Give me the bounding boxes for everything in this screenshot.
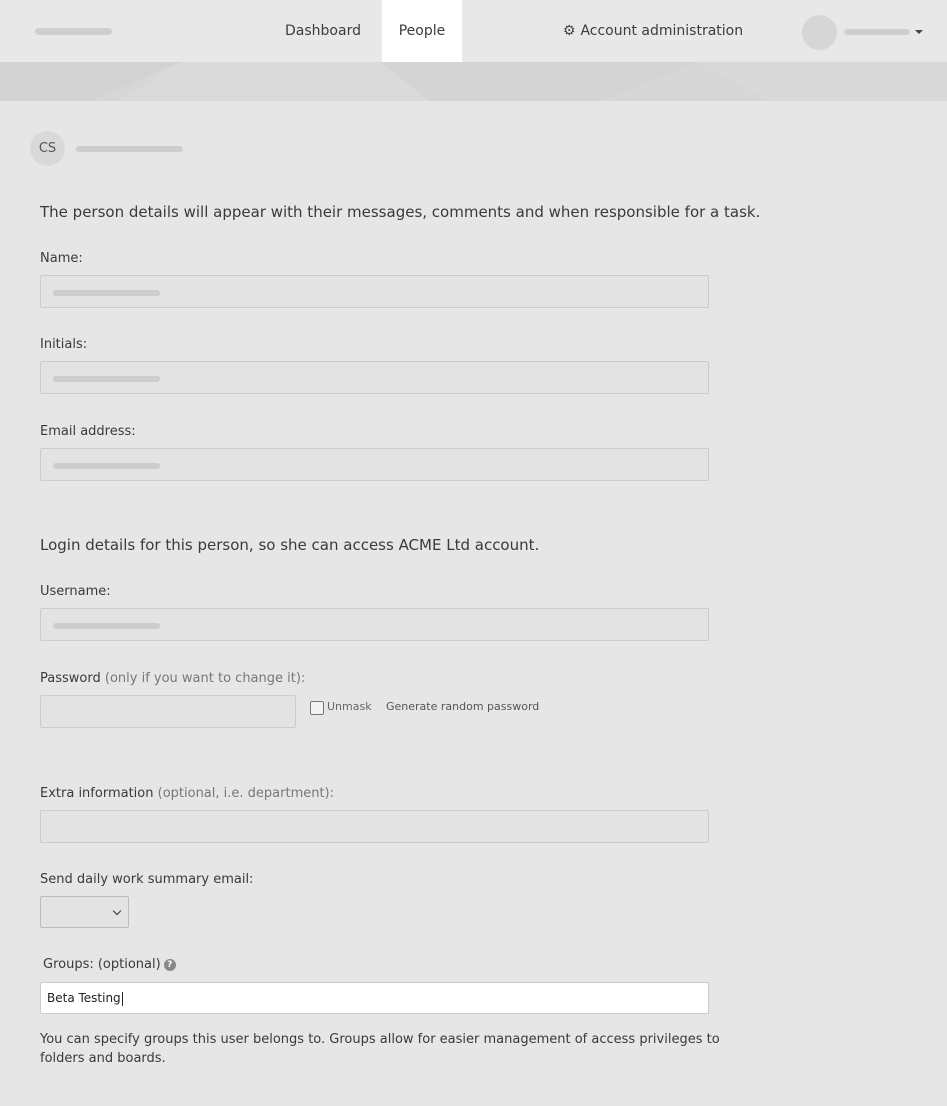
login-intro-text: Login details for this person, so she ca…	[40, 536, 540, 554]
user-avatar[interactable]	[802, 15, 837, 50]
chevron-down-icon[interactable]	[915, 30, 923, 34]
password-hint: (only if you want to change it):	[104, 671, 306, 686]
initials-badge: CS	[30, 131, 65, 166]
top-nav: Dashboard People ⚙ Account administration	[0, 0, 947, 62]
daily-summary-select[interactable]	[40, 896, 129, 928]
username-value-placeholder	[53, 623, 160, 629]
logo-placeholder[interactable]	[35, 28, 112, 35]
username-label: Username:	[40, 584, 111, 599]
nav-dashboard[interactable]: Dashboard	[282, 0, 364, 62]
groups-input[interactable]: Beta Testing	[40, 982, 709, 1014]
user-name-placeholder[interactable]	[844, 29, 910, 35]
text-cursor	[121, 991, 123, 1006]
nav-people[interactable]: People	[382, 0, 462, 62]
help-icon[interactable]: ?	[163, 958, 176, 971]
name-input[interactable]	[40, 275, 709, 308]
nav-admin-label: Account administration	[580, 23, 744, 39]
groups-help-text: You can specify groups this user belongs…	[40, 1032, 720, 1066]
extra-info-hint: (optional, i.e. department):	[157, 786, 335, 801]
extra-info-label-text: Extra information	[40, 786, 154, 801]
daily-summary-label: Send daily work summary email:	[40, 872, 254, 887]
username-input[interactable]	[40, 608, 709, 641]
email-input[interactable]	[40, 448, 709, 481]
gear-icon: ⚙	[562, 23, 576, 39]
name-label: Name:	[40, 251, 83, 266]
groups-input-value: Beta Testing	[47, 991, 121, 1005]
groups-label: Groups: (optional)?	[43, 957, 176, 972]
extra-info-label: Extra information (optional, i.e. depart…	[40, 786, 334, 801]
initials-input[interactable]	[40, 361, 709, 394]
password-label: Password (only if you want to change it)…	[40, 671, 305, 686]
groups-label-text: Groups: (optional)	[43, 957, 161, 972]
banner-pattern	[0, 62, 947, 101]
email-label: Email address:	[40, 424, 136, 439]
unmask-checkbox[interactable]	[310, 701, 324, 715]
password-input[interactable]	[40, 695, 296, 728]
header-banner	[0, 62, 947, 101]
nav-account-administration[interactable]: ⚙ Account administration	[560, 0, 746, 62]
unmask-label[interactable]: Unmask	[327, 700, 372, 713]
chevron-down-icon	[112, 906, 122, 916]
initials-label: Initials:	[40, 337, 88, 352]
password-label-text: Password	[40, 671, 101, 686]
details-intro-text: The person details will appear with thei…	[40, 203, 761, 221]
initials-value-placeholder	[53, 376, 160, 382]
generate-password-link[interactable]: Generate random password	[386, 700, 539, 713]
name-value-placeholder	[53, 290, 160, 296]
extra-info-input[interactable]	[40, 810, 709, 843]
person-name-placeholder	[76, 146, 183, 152]
email-value-placeholder	[53, 463, 160, 469]
